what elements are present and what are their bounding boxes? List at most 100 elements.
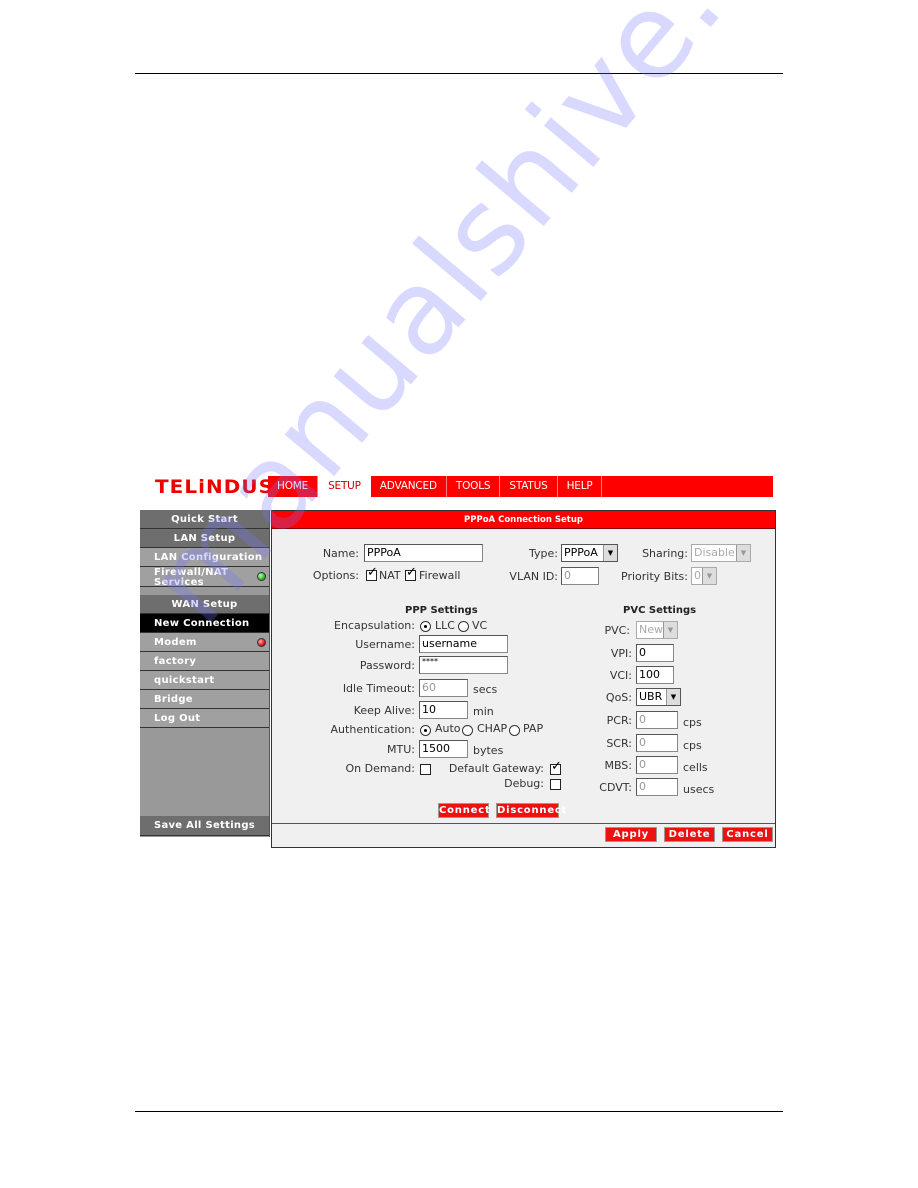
encap-vc-label: VC — [472, 619, 488, 632]
chevron-down-icon: ▼ — [736, 545, 750, 561]
vci-input[interactable]: 100 — [636, 666, 674, 684]
priority-bits-label: Priority Bits: — [621, 570, 688, 583]
mbs-input[interactable]: 0 — [636, 756, 678, 774]
vpi-input[interactable]: 0 — [636, 644, 674, 662]
type-select[interactable]: PPPoA ▼ — [561, 544, 618, 562]
name-input[interactable]: PPPoA — [364, 544, 483, 562]
qos-select[interactable]: UBR ▼ — [636, 688, 681, 706]
authentication-label: Authentication: — [330, 723, 415, 736]
sidebar-item-quick-start[interactable]: Quick Start — [140, 510, 269, 529]
encap-vc-radio[interactable] — [458, 621, 469, 632]
on-demand-checkbox[interactable] — [420, 764, 431, 775]
vlan-id-input[interactable]: 0 — [561, 567, 599, 585]
radio-selected-icon — [424, 729, 427, 732]
delete-button[interactable]: Delete — [664, 827, 715, 842]
tab-status[interactable]: STATUS — [500, 476, 558, 497]
firewall-checkbox[interactable]: ✓ — [405, 566, 417, 581]
pcr-unit: cps — [683, 716, 702, 729]
nat-checkbox[interactable]: ✓ — [366, 566, 378, 581]
priority-bits-select[interactable]: 0 ▼ — [691, 567, 717, 585]
sidebar-item-firewall-nat[interactable]: Firewall/NAT Services — [140, 567, 269, 588]
tab-setup[interactable]: SETUP — [318, 476, 371, 497]
tab-tools[interactable]: TOOLS — [447, 476, 501, 497]
sidebar-item-quickstart[interactable]: quickstart — [140, 671, 269, 690]
default-gateway-checkbox[interactable]: ✓ — [550, 760, 562, 775]
sidebar-item-label: Services — [154, 577, 204, 588]
pvc-select[interactable]: New ▼ — [636, 621, 678, 639]
type-select-value: PPPoA — [564, 546, 598, 559]
sidebar-item-label: Modem — [154, 637, 197, 648]
pvc-settings-title: PVC Settings — [623, 605, 697, 616]
debug-label: Debug: — [504, 777, 544, 790]
apply-button[interactable]: Apply — [605, 827, 657, 842]
mbs-label: MBS: — [604, 759, 632, 772]
vci-label: VCI: — [609, 669, 632, 682]
tab-help[interactable]: HELP — [558, 476, 603, 497]
tab-home[interactable]: HOME — [268, 476, 319, 497]
page-footer-rule — [135, 1111, 783, 1112]
cdvt-unit: usecs — [683, 783, 715, 796]
pcr-input[interactable]: 0 — [636, 711, 678, 729]
sidebar-item-lan-configuration[interactable]: LAN Configuration — [140, 548, 269, 567]
save-all-settings-button[interactable]: Save All Settings — [140, 816, 269, 836]
vpi-label: VPI: — [610, 647, 632, 660]
panel-divider — [272, 823, 775, 824]
sharing-select-value: Disable — [694, 546, 735, 559]
connection-setup-panel: PPPoA Connection Setup Name: PPPoA Type:… — [271, 510, 776, 848]
sidebar-item-factory[interactable]: factory — [140, 652, 269, 671]
firewall-label: Firewall — [419, 569, 461, 582]
pvc-label: PVC: — [604, 624, 630, 637]
sharing-select[interactable]: Disable ▼ — [691, 544, 751, 562]
page-header-rule — [135, 73, 783, 74]
sidebar-header-lan-setup: LAN Setup — [140, 529, 269, 548]
cancel-button[interactable]: Cancel — [722, 827, 773, 842]
chevron-down-icon: ▼ — [663, 622, 677, 638]
sidebar-item-new-connection[interactable]: New Connection — [140, 614, 269, 633]
idle-timeout-unit: secs — [473, 683, 498, 696]
encap-llc-radio[interactable] — [420, 621, 431, 632]
keep-alive-input[interactable]: 10 — [419, 701, 468, 719]
connect-button[interactable]: Connect — [438, 803, 490, 818]
checkmark-icon: ✓ — [551, 759, 562, 774]
idle-timeout-input[interactable]: 60 — [419, 679, 468, 697]
debug-checkbox[interactable] — [550, 779, 561, 790]
name-label: Name: — [322, 547, 359, 560]
username-input[interactable]: username — [419, 635, 508, 653]
keep-alive-unit: min — [473, 705, 494, 718]
disconnect-button[interactable]: Disconnect — [496, 803, 566, 818]
pvc-select-value: New — [639, 623, 663, 636]
on-demand-label: On Demand: — [345, 762, 415, 775]
tab-advanced[interactable]: ADVANCED — [371, 476, 447, 497]
status-dot-red-icon — [257, 638, 266, 647]
scr-input[interactable]: 0 — [636, 734, 678, 752]
sidebar-item-bridge[interactable]: Bridge — [140, 690, 269, 709]
keep-alive-label: Keep Alive: — [353, 704, 415, 717]
panel-title: PPPoA Connection Setup — [272, 511, 775, 529]
auth-chap-radio[interactable] — [462, 725, 473, 736]
sidebar-item-modem[interactable]: Modem — [140, 633, 269, 652]
auth-pap-label: PAP — [523, 722, 544, 735]
mtu-input[interactable]: 1500 — [419, 740, 468, 758]
chevron-down-icon: ▼ — [702, 568, 716, 584]
vlan-id-label: VLAN ID: — [509, 570, 558, 583]
auth-chap-label: CHAP — [477, 722, 508, 735]
encapsulation-label: Encapsulation: — [334, 619, 415, 632]
radio-selected-icon — [424, 625, 427, 628]
mtu-label: MTU: — [387, 743, 415, 756]
username-label: Username: — [355, 638, 415, 651]
status-dot-green-icon — [257, 572, 266, 581]
password-label: Password: — [359, 659, 415, 672]
sidebar-item-log-out[interactable]: Log Out — [140, 709, 269, 728]
auth-auto-radio[interactable] — [420, 725, 431, 736]
cdvt-input[interactable]: 0 — [636, 778, 678, 796]
encap-llc-label: LLC — [435, 619, 455, 632]
pcr-label: PCR: — [606, 714, 632, 727]
mbs-unit: cells — [683, 761, 708, 774]
cdvt-label: CDVT: — [599, 781, 632, 794]
options-label: Options: — [312, 569, 359, 582]
password-input[interactable]: **** — [419, 656, 508, 674]
auth-pap-radio[interactable] — [509, 725, 520, 736]
qos-label: QoS: — [605, 691, 632, 704]
scr-unit: cps — [683, 739, 702, 752]
telindus-logo: TELiNDUS — [155, 476, 275, 498]
